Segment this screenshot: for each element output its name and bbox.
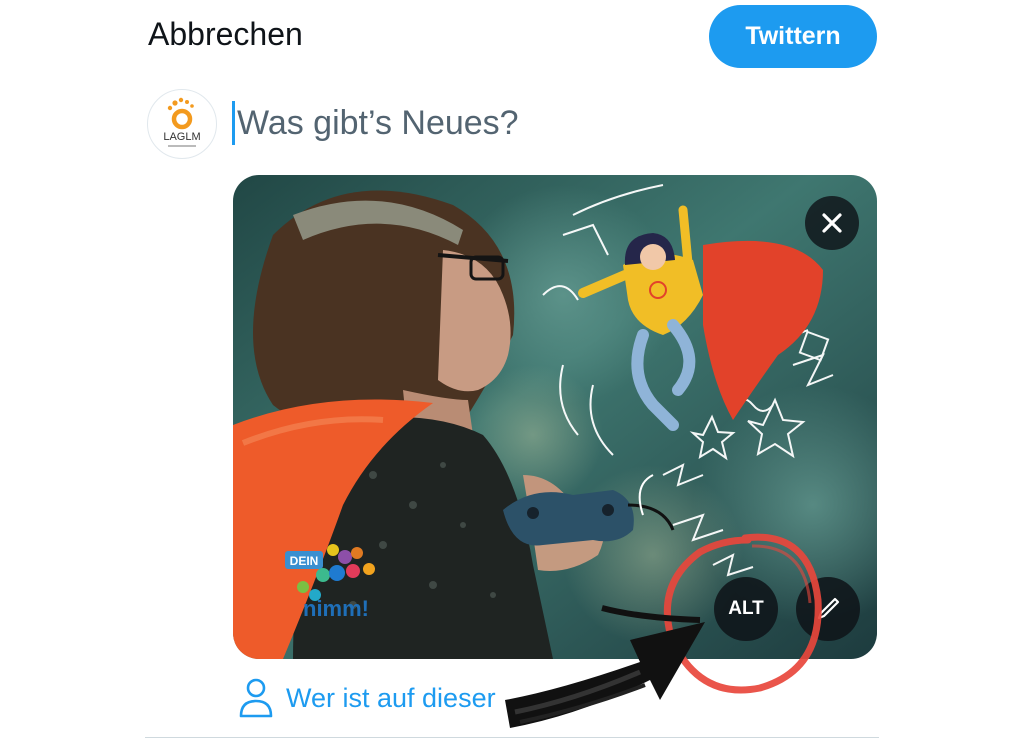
person-icon: [239, 678, 273, 718]
tweet-button[interactable]: Twittern: [709, 5, 877, 68]
alt-text-button[interactable]: ALT: [714, 577, 778, 641]
pencil-icon: [817, 597, 840, 620]
logo-text-bottom: nimm!: [303, 596, 369, 621]
media-photo: DEIN nimm!: [233, 175, 877, 659]
logo-text-top: DEIN: [290, 554, 319, 568]
divider: [145, 737, 879, 738]
remove-media-button[interactable]: [805, 196, 859, 250]
compose-placeholder: Was gibt’s Neues?: [237, 103, 519, 142]
lag-lm-logo: LAGLM: [163, 97, 201, 147]
attached-media[interactable]: DEIN nimm! ALT: [233, 175, 877, 659]
tag-people-label: Wer ist auf dieser: [286, 682, 496, 713]
cancel-button[interactable]: Abbrechen: [148, 16, 303, 53]
edit-media-button[interactable]: [796, 577, 860, 641]
text-cursor: [232, 101, 235, 145]
close-icon: [822, 213, 842, 233]
compose-field[interactable]: Was gibt’s Neues?: [232, 101, 519, 145]
tag-people-link[interactable]: Wer ist auf dieser: [238, 676, 496, 720]
avatar[interactable]: LAGLM: [147, 89, 217, 159]
avatar-text: LAGLM: [163, 131, 200, 143]
